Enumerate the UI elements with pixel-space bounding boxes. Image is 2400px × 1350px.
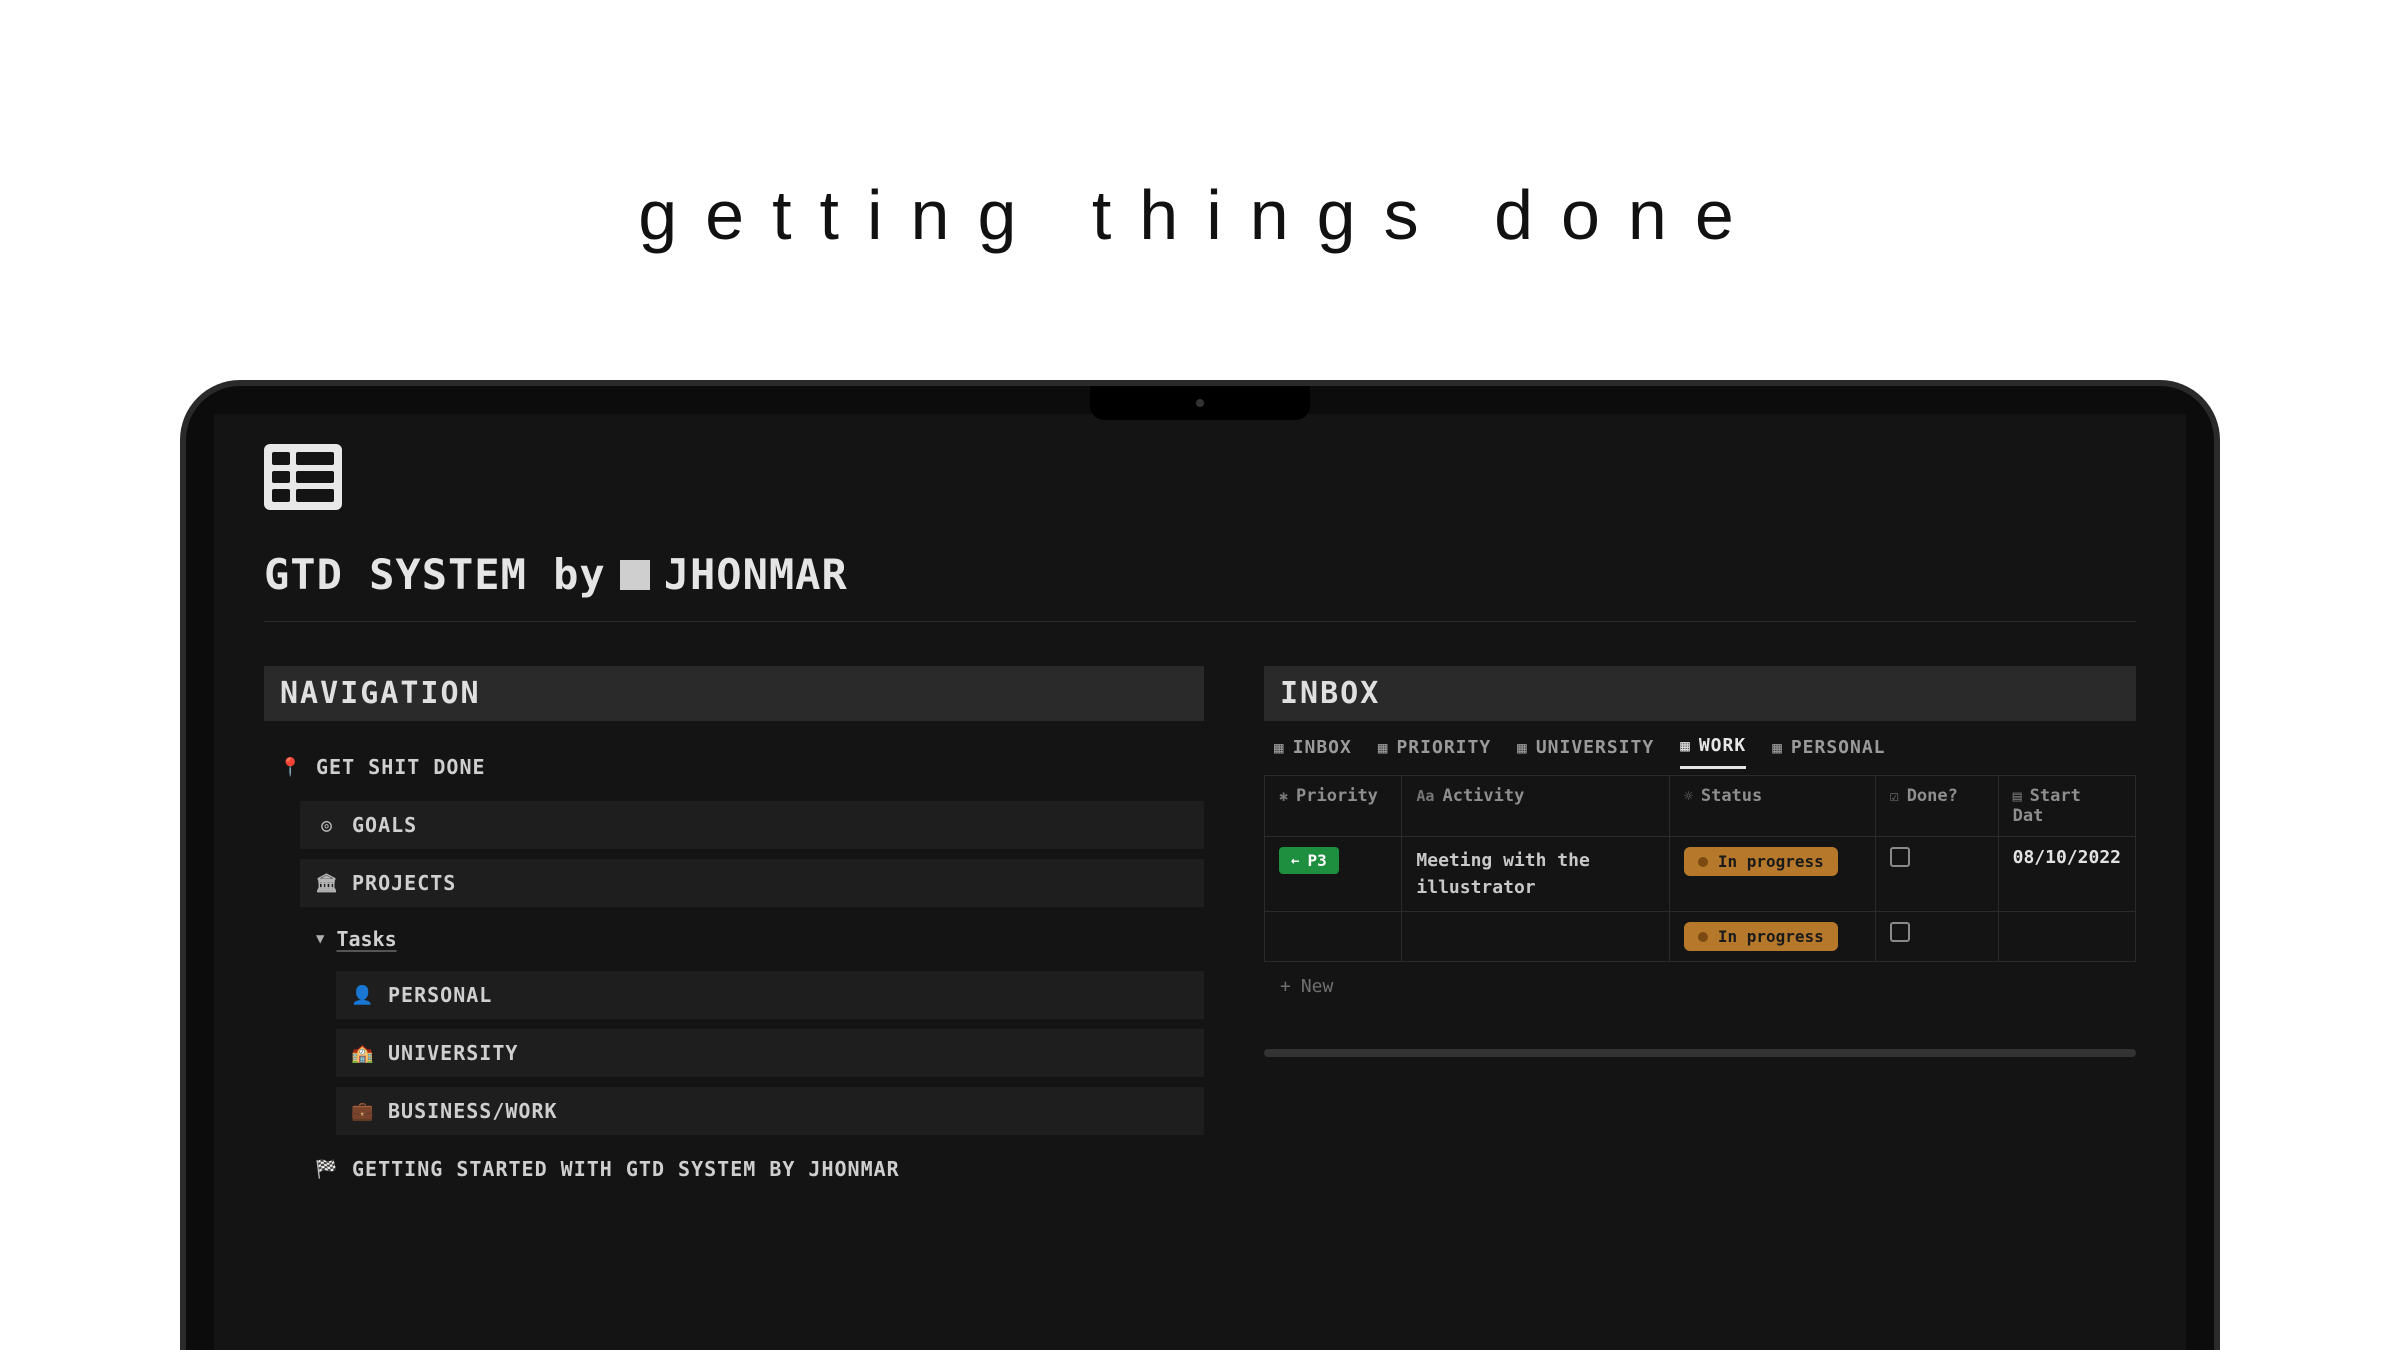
nav-item-label: UNIVERSITY bbox=[388, 1041, 518, 1065]
briefcase-icon: 💼 bbox=[352, 1101, 374, 1122]
building-icon: 🏛 bbox=[316, 873, 338, 894]
nav-item-label: GOALS bbox=[352, 813, 417, 837]
nav-item-business-work[interactable]: 💼 BUSINESS/WORK bbox=[336, 1087, 1204, 1135]
table-icon: ▦ bbox=[1772, 738, 1783, 757]
flag-icon: 🏁 bbox=[316, 1159, 338, 1180]
stop-icon bbox=[620, 560, 650, 590]
page-title-author: JHONMAR bbox=[664, 550, 848, 599]
col-status[interactable]: ☼ Status bbox=[1669, 776, 1875, 837]
status-value: In progress bbox=[1718, 852, 1824, 871]
tab-label: PRIORITY bbox=[1396, 737, 1491, 758]
tab-personal[interactable]: ▦ PERSONAL bbox=[1772, 735, 1885, 769]
calendar-icon: ▤ bbox=[2013, 787, 2022, 805]
new-row-button[interactable]: + New bbox=[1264, 962, 2136, 1011]
text-icon: Aa bbox=[1416, 787, 1434, 805]
inbox-table: ✱ Priority Aa Activity ☼ Status ☑ Done? ▤Sta… bbox=[1264, 775, 2136, 962]
col-label: Activity bbox=[1442, 786, 1524, 806]
nav-item-label: PERSONAL bbox=[388, 983, 492, 1007]
nav-item-university[interactable]: 🏫 UNIVERSITY bbox=[336, 1029, 1204, 1077]
tab-work[interactable]: ▦ WORK bbox=[1680, 735, 1746, 769]
app-screen: GTD SYSTEM by JHONMAR NAVIGATION 📍 GET S… bbox=[214, 414, 2186, 1350]
page-title-prefix: GTD SYSTEM by bbox=[264, 550, 606, 599]
col-done[interactable]: ☑ Done? bbox=[1875, 776, 1998, 837]
triangle-down-icon: ▼ bbox=[316, 931, 324, 947]
col-activity[interactable]: Aa Activity bbox=[1402, 776, 1669, 837]
tab-label: WORK bbox=[1699, 735, 1746, 756]
arrow-left-icon: ← bbox=[1291, 853, 1299, 869]
dot-icon bbox=[1698, 857, 1708, 867]
done-checkbox[interactable] bbox=[1890, 847, 1910, 867]
tab-university[interactable]: ▦ UNIVERSITY bbox=[1517, 735, 1654, 769]
nav-item-label: GETTING STARTED WITH GTD SYSTEM BY JHONM… bbox=[352, 1157, 900, 1181]
priority-badge[interactable]: ← P3 bbox=[1279, 847, 1339, 874]
plus-icon: + bbox=[1280, 976, 1291, 997]
sun-icon: ☼ bbox=[1684, 787, 1693, 805]
tab-inbox[interactable]: ▦ INBOX bbox=[1274, 735, 1352, 769]
activity-cell[interactable]: Meeting with the illustrator bbox=[1402, 837, 1669, 912]
nav-item-label: GET SHIT DONE bbox=[316, 755, 486, 779]
new-row-label: New bbox=[1301, 976, 1334, 997]
table-row[interactable]: In progress bbox=[1265, 912, 2136, 962]
priority-value: P3 bbox=[1307, 851, 1326, 870]
nav-group-tasks[interactable]: ▼ Tasks bbox=[300, 917, 1204, 961]
tab-priority[interactable]: ▦ PRIORITY bbox=[1378, 735, 1491, 769]
col-label: Done? bbox=[1907, 786, 1958, 806]
start-date-cell[interactable]: 08/10/2022 bbox=[1998, 837, 2135, 912]
status-value: In progress bbox=[1718, 927, 1824, 946]
table-icon: ▦ bbox=[1378, 738, 1389, 757]
tab-label: UNIVERSITY bbox=[1536, 737, 1654, 758]
target-icon: ◎ bbox=[316, 815, 338, 836]
table-row[interactable]: ← P3 Meeting with the illustrator In pro… bbox=[1265, 837, 2136, 912]
col-label: Status bbox=[1701, 786, 1762, 806]
page-icon bbox=[264, 444, 342, 510]
navigation-heading: NAVIGATION bbox=[264, 666, 1204, 721]
navigation-panel: NAVIGATION 📍 GET SHIT DONE ◎ GOALS 🏛 PRO… bbox=[264, 666, 1204, 1193]
pin-icon: 📍 bbox=[280, 757, 302, 778]
col-label: Priority bbox=[1296, 786, 1378, 806]
tab-label: PERSONAL bbox=[1791, 737, 1886, 758]
table-icon: ▦ bbox=[1274, 738, 1285, 757]
tab-label: INBOX bbox=[1293, 737, 1352, 758]
col-priority[interactable]: ✱ Priority bbox=[1265, 776, 1402, 837]
col-start-date[interactable]: ▤Start Dat bbox=[1998, 776, 2135, 837]
person-icon: 👤 bbox=[352, 985, 374, 1006]
nav-item-get-shit-done[interactable]: 📍 GET SHIT DONE bbox=[264, 743, 1204, 791]
table-header-row: ✱ Priority Aa Activity ☼ Status ☑ Done? ▤Sta… bbox=[1265, 776, 2136, 837]
school-icon: 🏫 bbox=[352, 1043, 374, 1064]
nav-item-getting-started[interactable]: 🏁 GETTING STARTED WITH GTD SYSTEM BY JHO… bbox=[300, 1145, 1204, 1193]
done-checkbox[interactable] bbox=[1890, 922, 1910, 942]
col-label: Start Dat bbox=[2013, 786, 2081, 826]
nav-item-personal[interactable]: 👤 PERSONAL bbox=[336, 971, 1204, 1019]
table-icon: ▦ bbox=[1680, 736, 1691, 755]
nav-item-label: BUSINESS/WORK bbox=[388, 1099, 558, 1123]
inbox-panel: INBOX ▦ INBOX ▦ PRIORITY ▦ UNIVERSITY bbox=[1264, 666, 2136, 1057]
page-title: GTD SYSTEM by JHONMAR bbox=[264, 550, 2136, 599]
laptop-frame: GTD SYSTEM by JHONMAR NAVIGATION 📍 GET S… bbox=[180, 380, 2220, 1350]
inbox-tabs: ▦ INBOX ▦ PRIORITY ▦ UNIVERSITY ▦ WORK bbox=[1264, 721, 2136, 769]
gear-icon: ✱ bbox=[1279, 787, 1288, 805]
status-badge[interactable]: In progress bbox=[1684, 847, 1838, 876]
nav-group-label: Tasks bbox=[336, 927, 396, 951]
hero-title: getting things done bbox=[0, 175, 2400, 255]
horizontal-scrollbar[interactable] bbox=[1264, 1049, 2136, 1057]
checkbox-icon: ☑ bbox=[1890, 787, 1899, 805]
inbox-heading: INBOX bbox=[1264, 666, 2136, 721]
table-icon: ▦ bbox=[1517, 738, 1528, 757]
dot-icon bbox=[1698, 932, 1708, 942]
laptop-notch bbox=[1090, 386, 1310, 420]
divider bbox=[264, 621, 2136, 622]
nav-item-projects[interactable]: 🏛 PROJECTS bbox=[300, 859, 1204, 907]
status-badge[interactable]: In progress bbox=[1684, 922, 1838, 951]
nav-item-goals[interactable]: ◎ GOALS bbox=[300, 801, 1204, 849]
nav-item-label: PROJECTS bbox=[352, 871, 456, 895]
